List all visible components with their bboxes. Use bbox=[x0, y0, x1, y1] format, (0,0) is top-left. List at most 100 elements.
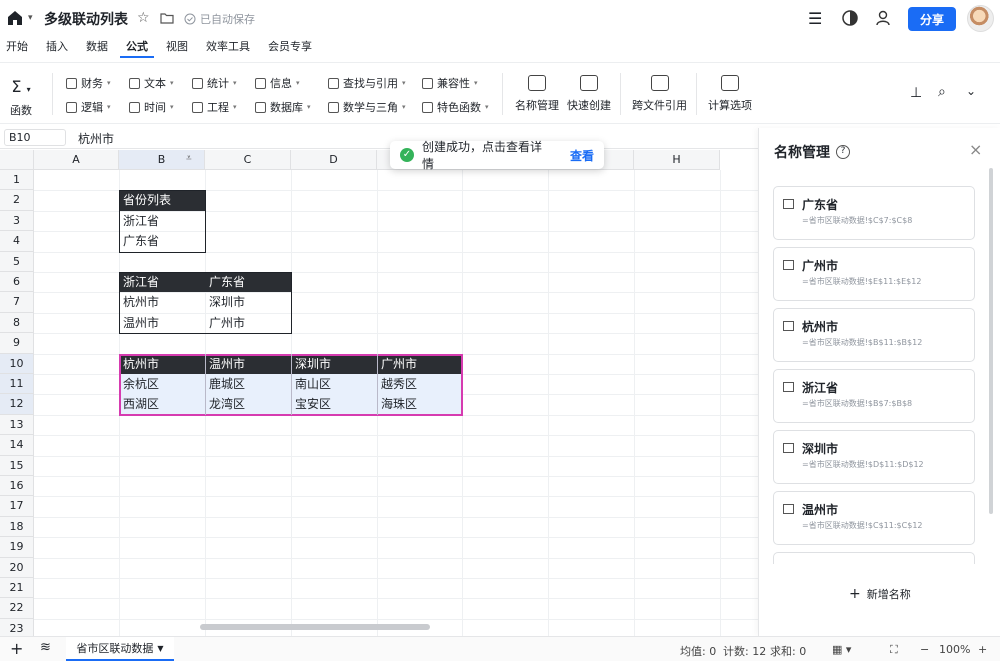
row-header-10[interactable]: 10 bbox=[0, 353, 34, 374]
special-function-dropdown[interactable]: 特色函数 ▾ bbox=[422, 99, 489, 115]
logic-dropdown[interactable]: 逻辑 ▾ bbox=[66, 99, 111, 115]
menu-icon[interactable]: ☰ bbox=[808, 9, 822, 28]
share-button[interactable]: 分享 bbox=[908, 7, 956, 31]
zoom-level[interactable]: 100% bbox=[939, 643, 970, 656]
name-card[interactable]: 浙江省 =省市区联动数据!$B$7:$B$8 bbox=[773, 369, 975, 423]
theme-icon[interactable] bbox=[842, 10, 858, 26]
ribbon: Σ ▾ 函数 财务 ▾ 文本 ▾ 统计 ▾ 信息 ▾ 查找与引用 ▾ 兼容性 ▾ 逻辑 ▾ 时… bbox=[0, 62, 1000, 124]
row-header-16[interactable]: 16 bbox=[0, 476, 34, 497]
home-icon[interactable] bbox=[6, 9, 24, 27]
pin-icon[interactable]: ⊥ bbox=[910, 85, 922, 101]
row-header-2[interactable]: 2 bbox=[0, 190, 34, 211]
engineering-icon bbox=[192, 101, 203, 113]
name-label: 广州市 bbox=[802, 259, 839, 273]
cell-divider bbox=[205, 353, 206, 415]
panel-scrollbar[interactable] bbox=[989, 168, 993, 514]
document-title[interactable]: 多级联动列表 bbox=[44, 9, 128, 29]
formula-input[interactable]: 杭州市 bbox=[78, 130, 114, 147]
column-header-h[interactable]: H bbox=[634, 150, 720, 170]
grid-view-icon[interactable]: ▦ ▾ bbox=[832, 643, 851, 656]
menu-member[interactable]: 会员专享 bbox=[262, 38, 318, 58]
name-card[interactable]: 广州市 =省市区联动数据!$E$11:$E$12 bbox=[773, 247, 975, 301]
table-search-icon bbox=[650, 75, 669, 91]
sheet-tab[interactable]: 省市区联动数据 ▼ bbox=[66, 637, 174, 661]
star-icon[interactable]: ☆ bbox=[137, 10, 150, 26]
column-header-d[interactable]: D bbox=[291, 150, 377, 170]
menu-efficiency-tools[interactable]: 效率工具 bbox=[200, 38, 256, 58]
select-all-corner[interactable] bbox=[0, 150, 34, 170]
cell-reference-box[interactable]: B10 bbox=[4, 129, 66, 146]
menu-formula[interactable]: 公式 bbox=[120, 38, 154, 58]
statistics-dropdown[interactable]: 统计 ▾ bbox=[192, 75, 237, 91]
row-header-9[interactable]: 9 bbox=[0, 333, 34, 354]
row-header-6[interactable]: 6 bbox=[0, 272, 34, 293]
fullscreen-icon[interactable]: ⛶ bbox=[890, 643, 898, 657]
layers-icon[interactable]: ≋ bbox=[40, 640, 51, 655]
row-header-22[interactable]: 22 bbox=[0, 598, 34, 619]
row-gridline bbox=[34, 578, 758, 579]
name-card[interactable]: 杭州市 =省市区联动数据!$B$11:$B$12 bbox=[773, 308, 975, 362]
calculation-options-button[interactable]: 计算选项 bbox=[708, 75, 752, 113]
row-header-4[interactable]: 4 bbox=[0, 231, 34, 252]
menu-view[interactable]: 视图 bbox=[160, 38, 194, 58]
cross-file-reference-button[interactable]: 跨文件引用 bbox=[632, 75, 687, 113]
name-card[interactable]: 温州市 =省市区联动数据!$C$11:$C$12 bbox=[773, 491, 975, 545]
compatibility-dropdown[interactable]: 兼容性 ▾ bbox=[422, 75, 478, 91]
close-icon[interactable]: × bbox=[969, 140, 982, 159]
menu-insert[interactable]: 插入 bbox=[40, 38, 74, 58]
row-header-15[interactable]: 15 bbox=[0, 455, 34, 476]
zoom-in-icon[interactable]: + bbox=[978, 643, 987, 656]
folder-icon[interactable] bbox=[160, 12, 174, 24]
chevron-down-icon[interactable]: ⌄ bbox=[966, 84, 976, 98]
function-button[interactable]: Σ ▾ 函数 bbox=[10, 77, 32, 118]
spreadsheet-grid[interactable]: ABCDEFGH12345678910111213141516171819202… bbox=[0, 150, 758, 636]
add-sheet-icon[interactable]: + bbox=[10, 639, 23, 658]
database-dropdown[interactable]: 数据库 ▾ bbox=[255, 99, 311, 115]
column-header-a[interactable]: A bbox=[34, 150, 119, 170]
row-header-12[interactable]: 12 bbox=[0, 394, 34, 415]
menu-data[interactable]: 数据 bbox=[80, 38, 114, 58]
row-header-8[interactable]: 8 bbox=[0, 312, 34, 334]
name-card[interactable]: 深圳市 =省市区联动数据!$D$11:$D$12 bbox=[773, 430, 975, 484]
row-header-17[interactable]: 17 bbox=[0, 496, 34, 517]
chevron-down-icon[interactable]: ▾ bbox=[28, 13, 33, 23]
engineering-dropdown[interactable]: 工程 ▾ bbox=[192, 99, 237, 115]
search-icon[interactable]: ⌕ bbox=[938, 84, 946, 100]
name-label: 温州市 bbox=[802, 503, 839, 517]
row-header-1[interactable]: 1 bbox=[0, 170, 34, 191]
row-header-13[interactable]: 13 bbox=[0, 414, 34, 436]
quick-create-button[interactable]: 快速创建 bbox=[567, 75, 611, 113]
lookup-dropdown[interactable]: 查找与引用 ▾ bbox=[328, 75, 406, 91]
menu-start[interactable]: 开始 bbox=[0, 38, 34, 58]
zoom-out-icon[interactable]: − bbox=[920, 643, 929, 656]
info-dropdown[interactable]: 信息 ▾ bbox=[255, 75, 300, 91]
column-header-c[interactable]: C bbox=[205, 150, 291, 170]
column-header-b[interactable]: B bbox=[119, 150, 205, 170]
row-header-5[interactable]: 5 bbox=[0, 251, 34, 272]
time-dropdown[interactable]: 时间 ▾ bbox=[129, 99, 174, 115]
row-header-21[interactable]: 21 bbox=[0, 578, 34, 599]
row-header-3[interactable]: 3 bbox=[0, 210, 34, 232]
sigma-icon: Σ ▾ bbox=[11, 77, 31, 96]
add-name-button[interactable]: + 新增名称 bbox=[849, 586, 911, 602]
text-dropdown[interactable]: 文本 ▾ bbox=[129, 75, 174, 91]
filter-icon[interactable]: ⩡ bbox=[186, 153, 192, 164]
row-header-20[interactable]: 20 bbox=[0, 557, 34, 578]
help-icon[interactable]: ? bbox=[836, 145, 850, 159]
row-header-7[interactable]: 7 bbox=[0, 292, 34, 313]
finance-dropdown[interactable]: 财务 ▾ bbox=[66, 75, 111, 91]
row-header-11[interactable]: 11 bbox=[0, 374, 34, 395]
math-dropdown[interactable]: 数学与三角 ▾ bbox=[328, 99, 406, 115]
row-header-14[interactable]: 14 bbox=[0, 435, 34, 456]
avatar[interactable] bbox=[967, 5, 994, 32]
collaborator-icon[interactable] bbox=[875, 10, 893, 26]
name-card[interactable]: 广东省 =省市区联动数据!$C$7:$C$8 bbox=[773, 186, 975, 240]
view-details-link[interactable]: 查看 bbox=[570, 147, 594, 164]
name-manager-button[interactable]: 名称管理 bbox=[515, 75, 559, 113]
row-header-19[interactable]: 19 bbox=[0, 537, 34, 558]
row-header-18[interactable]: 18 bbox=[0, 516, 34, 538]
row-header-23[interactable]: 23 bbox=[0, 618, 34, 636]
chevron-down-icon[interactable]: ▼ bbox=[157, 644, 163, 653]
horizontal-scrollbar[interactable] bbox=[200, 624, 430, 630]
row-gridline bbox=[34, 557, 758, 559]
